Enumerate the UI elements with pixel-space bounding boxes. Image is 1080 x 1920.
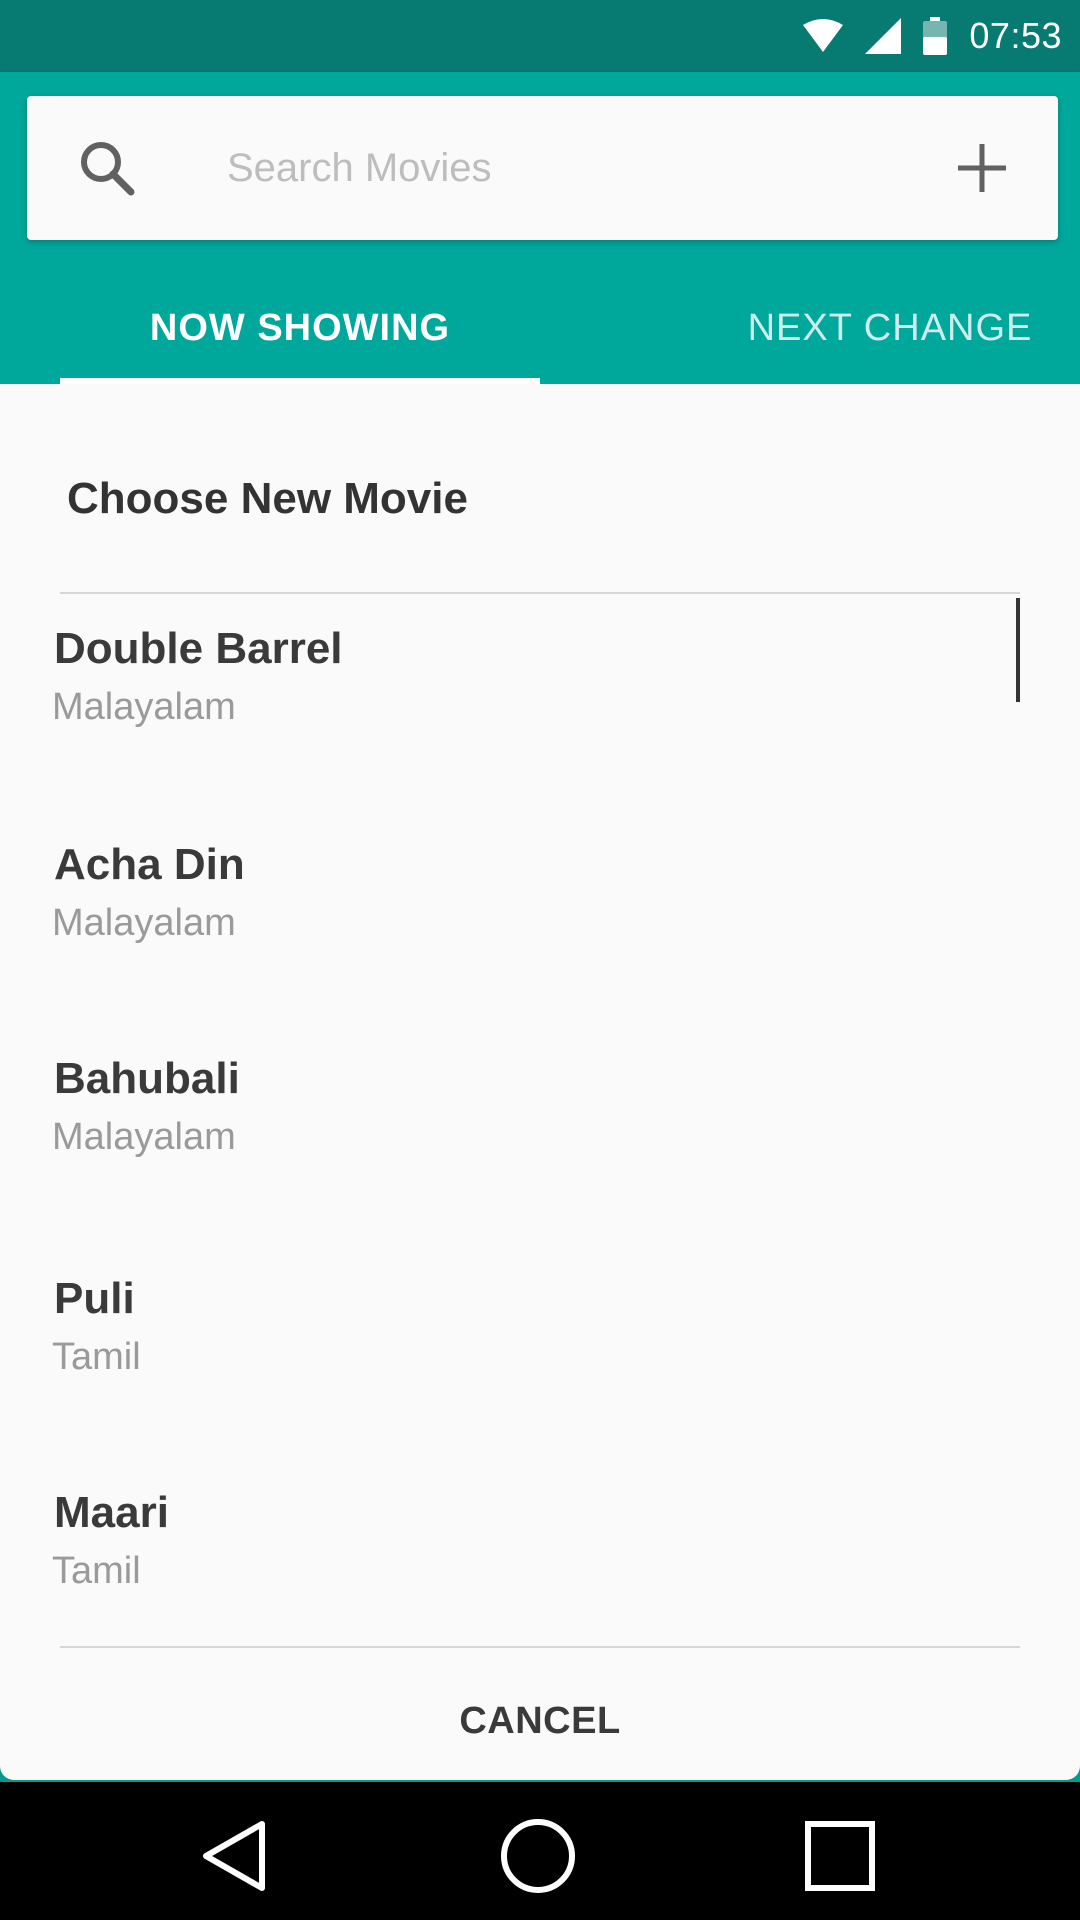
wifi-icon [803, 19, 844, 52]
app-header: NOW SHOWING NEXT CHANGE [0, 72, 1080, 384]
choose-movie-dialog: Choose New Movie Double Barrel Malayalam… [0, 384, 1080, 1780]
movie-language: Malayalam [52, 686, 236, 728]
signal-icon [865, 18, 902, 54]
movie-language: Tamil [52, 1550, 141, 1592]
movie-item-double-barrel[interactable]: Double Barrel Malayalam [0, 594, 1000, 808]
tab-now-showing[interactable]: NOW SHOWING [60, 272, 540, 384]
status-icons: 07:53 [803, 0, 1062, 72]
movie-title: Double Barrel [54, 624, 343, 673]
add-icon[interactable] [954, 140, 1010, 196]
movie-language: Tamil [52, 1336, 141, 1378]
movie-language: Malayalam [52, 902, 236, 944]
movie-title: Acha Din [54, 840, 245, 889]
navigation-bar [0, 1782, 1080, 1920]
movie-language: Malayalam [52, 1116, 236, 1158]
movie-item-puli[interactable]: Puli Tamil [0, 1236, 1000, 1450]
back-icon[interactable] [196, 1816, 276, 1896]
status-bar: 07:53 [0, 0, 1080, 72]
search-input[interactable] [227, 132, 927, 204]
battery-icon [923, 17, 948, 55]
search-icon[interactable] [75, 136, 139, 200]
movie-item-maari[interactable]: Maari Tamil [0, 1450, 1000, 1664]
tab-next-change[interactable]: NEXT CHANGE [740, 272, 1040, 384]
dialog-title: Choose New Movie [67, 474, 468, 523]
divider [60, 1646, 1020, 1648]
cancel-button[interactable]: CANCEL [340, 1676, 740, 1766]
search-card [27, 96, 1058, 240]
movie-title: Bahubali [54, 1054, 240, 1103]
movie-item-bahubali[interactable]: Bahubali Malayalam [0, 1022, 1000, 1236]
status-time: 07:53 [969, 15, 1062, 56]
movie-title: Maari [54, 1488, 169, 1537]
tab-bar: NOW SHOWING NEXT CHANGE [0, 272, 1080, 384]
recents-icon[interactable] [800, 1816, 880, 1896]
movie-title: Puli [54, 1274, 135, 1323]
scrollbar[interactable] [1016, 598, 1020, 702]
movie-item-acha-din[interactable]: Acha Din Malayalam [0, 808, 1000, 1022]
home-icon[interactable] [498, 1816, 578, 1896]
